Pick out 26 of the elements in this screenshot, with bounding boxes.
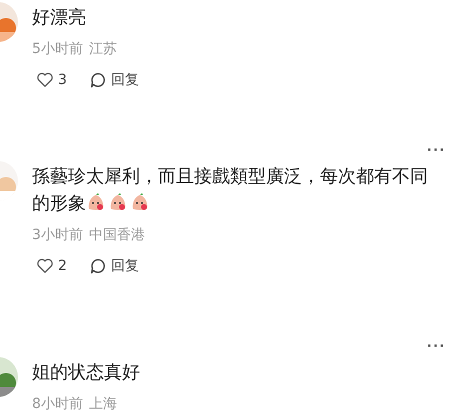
speech-bubble-icon <box>88 71 107 89</box>
comment-location: 上海 <box>88 395 117 414</box>
reply-label: 回复 <box>110 71 139 89</box>
peach-face-icon <box>86 192 106 212</box>
more-button[interactable]: ··· <box>427 139 454 163</box>
comment-text: 姐的状态真好 <box>32 361 141 385</box>
heart-icon <box>36 71 54 89</box>
comment-location: 中国香港 <box>88 226 145 245</box>
comment-time: 5小时前 <box>32 40 83 59</box>
reply-label: 回复 <box>110 257 139 275</box>
peach-face-icon <box>108 192 128 212</box>
peach-face-icon <box>130 192 150 212</box>
comment-time: 8小时前 <box>32 395 83 414</box>
reply-button[interactable]: 回复 <box>84 257 143 275</box>
like-button[interactable]: 2 <box>32 257 71 275</box>
comment-location: 江苏 <box>88 40 117 59</box>
reply-button[interactable]: 回复 <box>84 71 143 89</box>
comment-text: 好漂亮 <box>32 6 87 30</box>
comment-time: 3小时前 <box>32 226 83 245</box>
like-button[interactable]: 3 <box>32 71 71 89</box>
heart-icon <box>36 257 54 275</box>
more-button[interactable]: ··· <box>427 335 454 359</box>
comment-text: 孫藝珍太犀利，而且接戲類型廣泛，每次都有不同的形象 <box>32 165 429 216</box>
like-count: 2 <box>58 258 67 274</box>
speech-bubble-icon <box>88 257 107 275</box>
like-count: 3 <box>58 72 67 88</box>
